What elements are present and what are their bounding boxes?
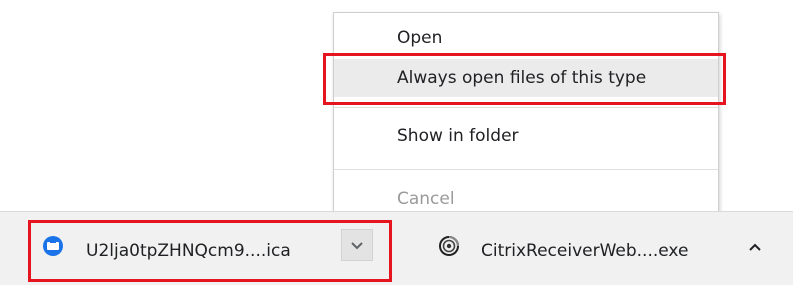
menu-item-show-in-folder[interactable]: Show in folder bbox=[334, 117, 718, 155]
chevron-down-icon bbox=[351, 242, 363, 250]
download-file-name: CitrixReceiverWeb....exe bbox=[481, 241, 689, 261]
menu-item-always-open[interactable]: Always open files of this type bbox=[334, 59, 718, 97]
chevron-up-icon bbox=[749, 243, 761, 251]
download-shelf: U2lja0tpZHNQcm9....ica CitrixReceiverWeb… bbox=[0, 211, 793, 285]
ica-file-icon bbox=[43, 236, 63, 256]
menu-item-open[interactable]: Open bbox=[334, 19, 718, 57]
citrix-installer-icon bbox=[439, 236, 459, 256]
download-menu-button[interactable] bbox=[341, 229, 373, 261]
context-menu: Open Always open files of this type Show… bbox=[333, 12, 719, 222]
menu-separator bbox=[334, 107, 718, 108]
menu-item-show-in-folder-label: Show in folder bbox=[397, 126, 519, 146]
menu-item-open-label: Open bbox=[397, 28, 443, 48]
menu-separator bbox=[334, 169, 718, 170]
menu-item-always-open-label: Always open files of this type bbox=[397, 68, 647, 88]
download-item-ica[interactable]: U2lja0tpZHNQcm9....ica bbox=[30, 212, 391, 284]
shelf-expand-button[interactable] bbox=[741, 236, 769, 258]
menu-item-cancel-label: Cancel bbox=[397, 189, 455, 209]
download-file-name: U2lja0tpZHNQcm9....ica bbox=[86, 241, 291, 261]
download-item-exe[interactable]: CitrixReceiverWeb....exe bbox=[425, 212, 785, 284]
